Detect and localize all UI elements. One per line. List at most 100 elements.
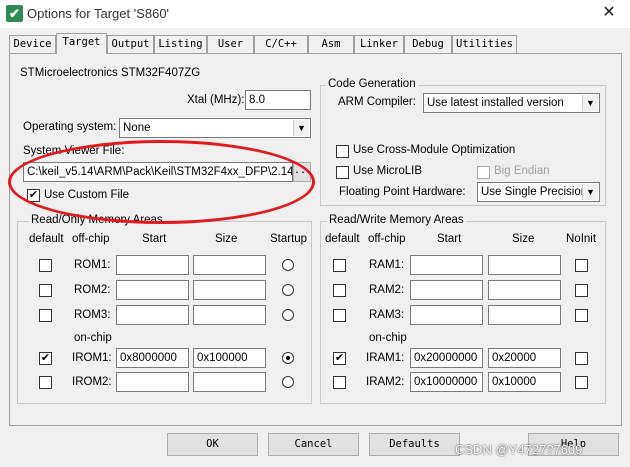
fph-label: Floating Point Hardware: bbox=[339, 186, 466, 198]
ram3-size-input[interactable] bbox=[488, 305, 561, 325]
fph-select[interactable]: Use Single Precision ▼ bbox=[477, 182, 600, 202]
rom3-default-checkbox[interactable] bbox=[39, 309, 52, 322]
rom2-size-input[interactable] bbox=[193, 280, 266, 300]
tab-debug[interactable]: Debug bbox=[404, 35, 452, 53]
ram2-label: RAM2: bbox=[369, 284, 405, 296]
rom1-default-checkbox[interactable] bbox=[39, 259, 52, 272]
rw-onchip-label: on-chip bbox=[369, 332, 407, 344]
xtal-label: Xtal (MHz): bbox=[187, 94, 245, 106]
irom1-startup-radio[interactable] bbox=[282, 352, 294, 364]
irom2-default-checkbox[interactable] bbox=[39, 376, 52, 389]
iram1-size-input[interactable]: 0x20000 bbox=[488, 348, 561, 368]
ram3-start-input[interactable] bbox=[410, 305, 483, 325]
rom3-start-input[interactable] bbox=[116, 305, 189, 325]
fph-value: Use Single Precision bbox=[481, 186, 588, 198]
defaults-button[interactable]: Defaults bbox=[369, 433, 460, 456]
irom1-start-input[interactable]: 0x8000000 bbox=[116, 348, 189, 368]
code-generation-title: Code Generation bbox=[326, 78, 418, 90]
close-icon[interactable]: ✕ bbox=[596, 3, 622, 23]
big-endian-checkbox[interactable] bbox=[477, 166, 490, 179]
ram1-size-input[interactable] bbox=[488, 255, 561, 275]
rom3-size-input[interactable] bbox=[193, 305, 266, 325]
rom2-label: ROM2: bbox=[74, 284, 111, 296]
ram1-label: RAM1: bbox=[369, 259, 405, 271]
rom3-startup-radio[interactable] bbox=[282, 309, 294, 321]
tab-user[interactable]: User bbox=[207, 35, 254, 53]
rom1-startup-radio[interactable] bbox=[282, 259, 294, 271]
rw-header-offchip: off-chip bbox=[368, 233, 406, 245]
tab-output[interactable]: Output bbox=[107, 35, 154, 53]
arm-compiler-label: ARM Compiler: bbox=[338, 96, 416, 108]
iram2-noinit-checkbox[interactable] bbox=[575, 376, 588, 389]
ram3-label: RAM3: bbox=[369, 309, 405, 321]
rom1-label: ROM1: bbox=[74, 259, 111, 271]
ram2-noinit-checkbox[interactable] bbox=[575, 284, 588, 297]
irom1-size-input[interactable]: 0x100000 bbox=[193, 348, 266, 368]
ro-header-offchip: off-chip bbox=[72, 233, 110, 245]
arm-compiler-value: Use latest installed version bbox=[427, 97, 564, 109]
cross-module-checkbox[interactable] bbox=[336, 145, 349, 158]
rw-header-start: Start bbox=[437, 233, 462, 245]
tab-device[interactable]: Device bbox=[9, 35, 56, 53]
rom1-start-input[interactable] bbox=[116, 255, 189, 275]
os-label: Operating system: bbox=[23, 121, 117, 133]
rom2-startup-radio[interactable] bbox=[282, 284, 294, 296]
big-endian-label: Big Endian bbox=[494, 165, 550, 177]
ram1-noinit-checkbox[interactable] bbox=[575, 259, 588, 272]
ram1-start-input[interactable] bbox=[410, 255, 483, 275]
tab-linker[interactable]: Linker bbox=[354, 35, 404, 53]
tab-utilities[interactable]: Utilities bbox=[452, 35, 517, 53]
irom2-label: IROM2: bbox=[72, 376, 112, 388]
arm-compiler-select[interactable]: Use latest installed version ▼ bbox=[423, 93, 600, 113]
ro-header-startup: Startup bbox=[270, 233, 308, 245]
ram3-default-checkbox[interactable] bbox=[333, 309, 346, 322]
iram1-label: IRAM1: bbox=[366, 352, 405, 364]
ram3-noinit-checkbox[interactable] bbox=[575, 309, 588, 322]
app-icon: ✔ bbox=[6, 5, 23, 22]
ram2-default-checkbox[interactable] bbox=[333, 284, 346, 297]
cancel-button[interactable]: Cancel bbox=[268, 433, 359, 456]
os-select-value: None bbox=[123, 122, 151, 134]
tab-target[interactable]: Target bbox=[56, 33, 107, 54]
watermark: CSDN @Y4727?7609 bbox=[455, 442, 583, 457]
iram1-noinit-checkbox[interactable] bbox=[575, 352, 588, 365]
iram2-label: IRAM2: bbox=[366, 376, 405, 388]
iram2-size-input[interactable]: 0x10000 bbox=[488, 372, 561, 392]
ram2-size-input[interactable] bbox=[488, 280, 561, 300]
iram1-default-checkbox[interactable]: ✔ bbox=[333, 352, 346, 365]
os-select[interactable]: None ▼ bbox=[119, 118, 311, 138]
tab-asm[interactable]: Asm bbox=[308, 35, 354, 53]
chevron-down-icon: ▼ bbox=[582, 184, 598, 200]
microlib-label: Use MicroLIB bbox=[353, 165, 423, 177]
iram2-default-checkbox[interactable] bbox=[333, 376, 346, 389]
tab-cc[interactable]: C/C++ bbox=[254, 35, 308, 53]
iram2-start-input[interactable]: 0x10000000 bbox=[410, 372, 483, 392]
chevron-down-icon: ▼ bbox=[582, 95, 598, 111]
ok-button[interactable]: OK bbox=[167, 433, 258, 456]
rw-header-noinit: NoInit bbox=[566, 233, 597, 245]
annotation-ellipse bbox=[8, 140, 315, 224]
chevron-down-icon: ▼ bbox=[293, 120, 309, 136]
title-bar: ✔ Options for Target 'S860' ✕ bbox=[0, 0, 630, 28]
xtal-input[interactable]: 8.0 bbox=[245, 90, 311, 110]
irom2-size-input[interactable] bbox=[193, 372, 266, 392]
irom2-start-input[interactable] bbox=[116, 372, 189, 392]
readwrite-memory-title: Read/Write Memory Areas bbox=[327, 214, 466, 226]
rom2-start-input[interactable] bbox=[116, 280, 189, 300]
rw-header-size: Size bbox=[512, 233, 535, 245]
rom1-size-input[interactable] bbox=[193, 255, 266, 275]
irom2-startup-radio[interactable] bbox=[282, 376, 294, 388]
tab-listing[interactable]: Listing bbox=[154, 35, 207, 53]
ram2-start-input[interactable] bbox=[410, 280, 483, 300]
ro-onchip-label: on-chip bbox=[74, 332, 112, 344]
rom2-default-checkbox[interactable] bbox=[39, 284, 52, 297]
ro-header-default: default bbox=[29, 233, 64, 245]
rom3-label: ROM3: bbox=[74, 309, 111, 321]
cross-module-label: Use Cross-Module Optimization bbox=[353, 144, 516, 156]
device-name: STMicroelectronics STM32F407ZG bbox=[20, 67, 201, 79]
ram1-default-checkbox[interactable] bbox=[333, 259, 346, 272]
irom1-default-checkbox[interactable]: ✔ bbox=[39, 352, 52, 365]
microlib-checkbox[interactable] bbox=[336, 166, 349, 179]
ro-header-size: Size bbox=[215, 233, 238, 245]
iram1-start-input[interactable]: 0x20000000 bbox=[410, 348, 483, 368]
